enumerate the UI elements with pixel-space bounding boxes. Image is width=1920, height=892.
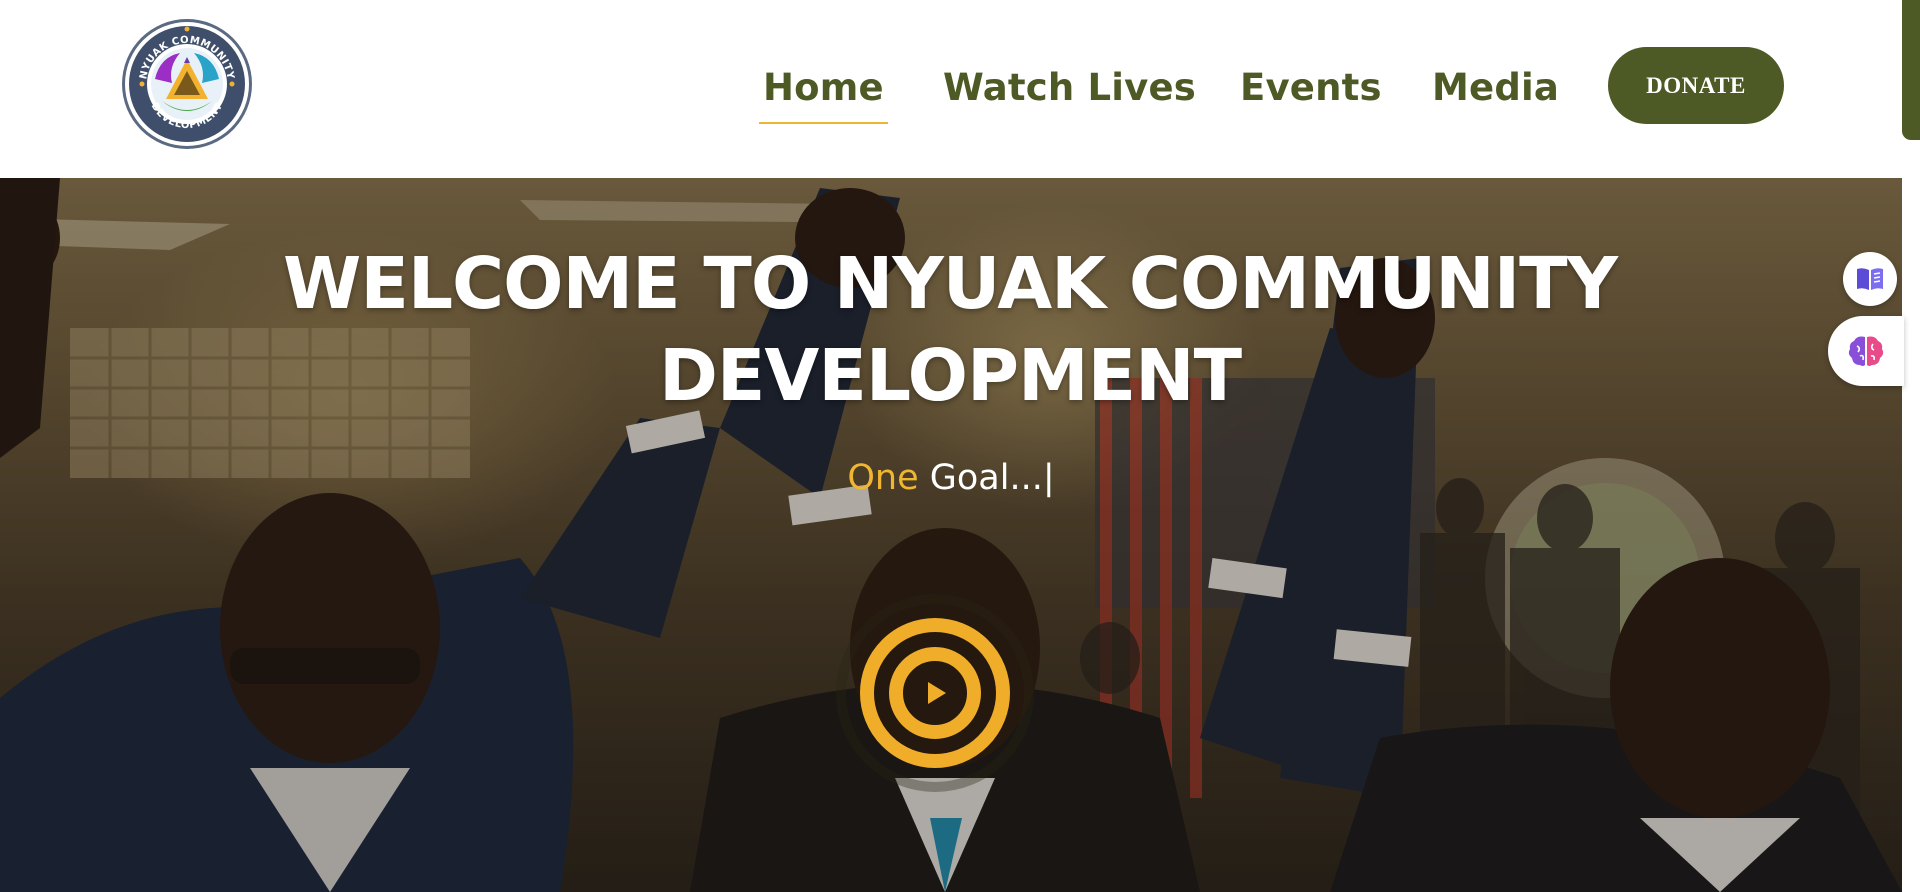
logo-emblem: NYUAK COMMUNITY DEVELOPMENT — [125, 22, 249, 146]
page-scrollbar-thumb[interactable] — [1902, 0, 1920, 140]
donate-button[interactable]: DONATE — [1608, 47, 1784, 124]
book-icon — [1857, 268, 1883, 290]
ai-assistant-button[interactable] — [1828, 316, 1904, 386]
hero-title-line2: DEVELOPMENT — [659, 334, 1242, 417]
brain-icon — [1848, 336, 1884, 366]
reader-mode-button[interactable] — [1843, 252, 1897, 306]
nav-item-events[interactable]: Events — [1240, 62, 1382, 122]
hero-subtitle: One Goal...| — [0, 458, 1902, 498]
hero-subtitle-rest: Goal...| — [918, 458, 1055, 498]
site-logo[interactable]: NYUAK COMMUNITY DEVELOPMENT — [122, 19, 252, 149]
video-play-control — [836, 594, 1034, 792]
play-video-button[interactable] — [889, 647, 981, 739]
nav-item-home[interactable]: Home — [759, 62, 888, 124]
site-header: NYUAK COMMUNITY DEVELOPMENT Home Watch L… — [0, 0, 1902, 178]
hero-title-line1: WELCOME TO NYUAK COMMUNITY — [283, 242, 1618, 325]
hero-title: WELCOME TO NYUAK COMMUNITY DEVELOPMENT — [260, 238, 1640, 422]
hero-subtitle-accent: One — [847, 458, 919, 498]
nav-item-watch-lives[interactable]: Watch Lives — [943, 62, 1196, 122]
play-icon — [928, 682, 946, 704]
nav-item-media[interactable]: Media — [1432, 62, 1559, 122]
hero-section: WELCOME TO NYUAK COMMUNITY DEVELOPMENT O… — [0, 178, 1902, 892]
